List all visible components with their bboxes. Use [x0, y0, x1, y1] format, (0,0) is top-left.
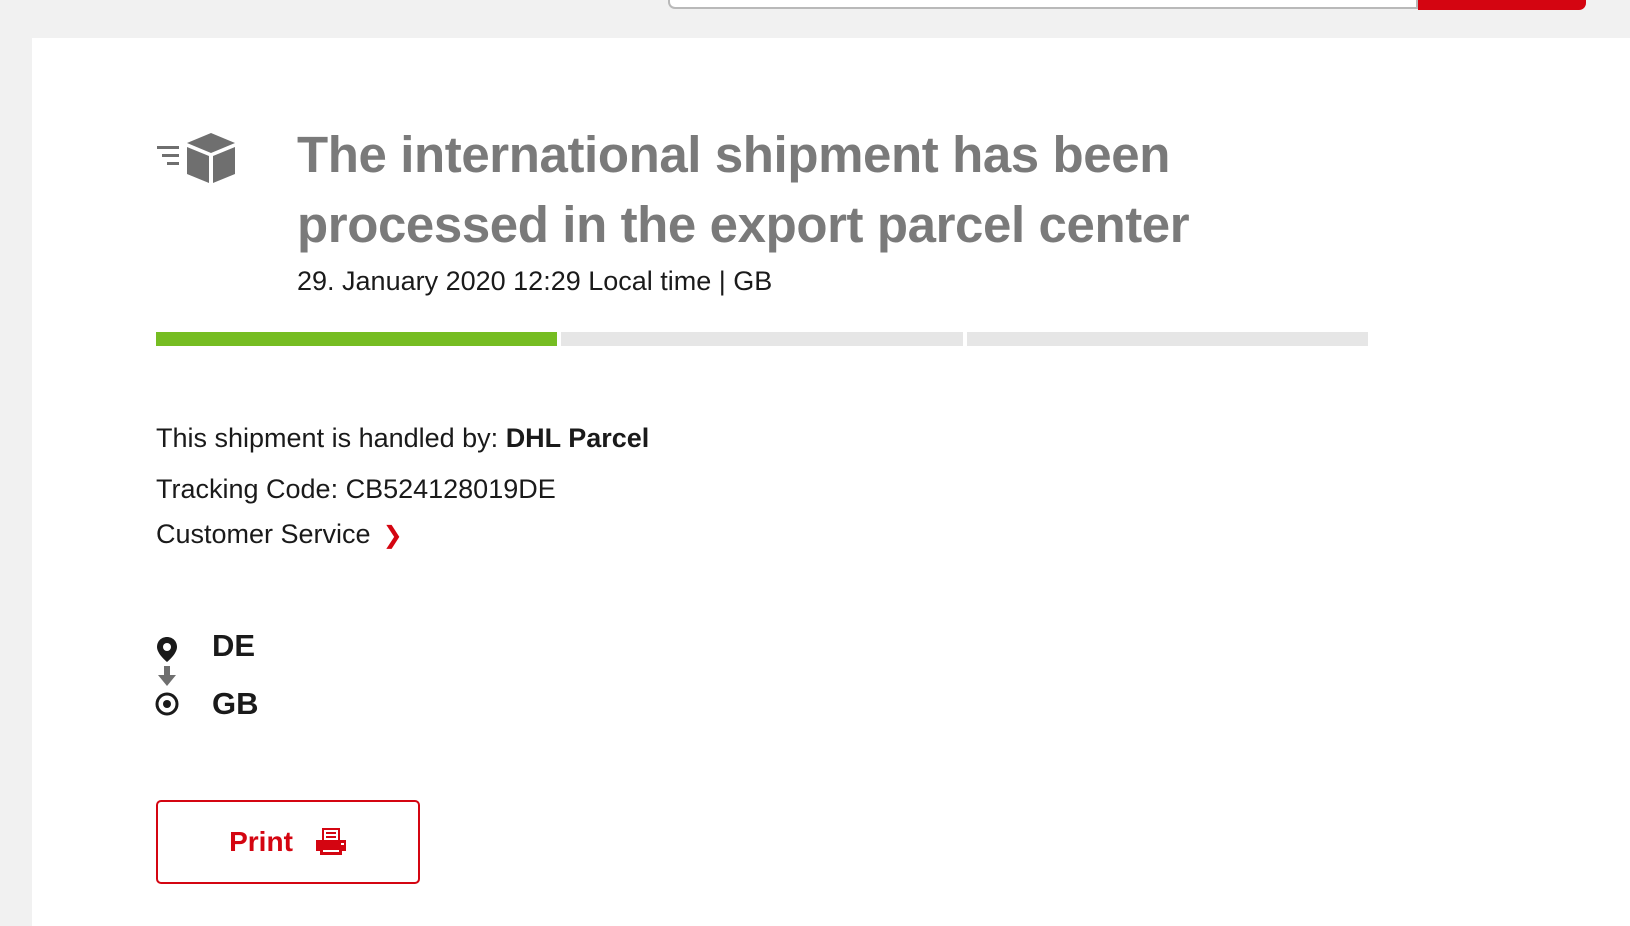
printer-icon — [315, 828, 346, 855]
status-headline: The international shipment has been proc… — [297, 126, 1190, 253]
print-button[interactable]: Print — [156, 800, 420, 884]
target-icon — [155, 692, 179, 716]
customer-service-label: Customer Service — [156, 519, 371, 549]
handled-by-label: This shipment is handled by: — [156, 423, 506, 453]
route-icons — [155, 637, 179, 716]
status-timestamp: 29. January 2020 12:29 Local time | GB — [297, 266, 773, 296]
arrow-down-icon — [158, 666, 176, 686]
customer-service-link[interactable]: Customer Service ❯ — [156, 519, 403, 550]
print-label: Print — [229, 826, 293, 857]
route-destination: GB — [212, 686, 259, 721]
tracking-code: Tracking Code: CB524128019DE — [156, 474, 556, 504]
parcel-box-icon — [157, 133, 235, 183]
progress-step-2 — [561, 332, 963, 346]
progress-bar — [156, 332, 1368, 346]
chevron-right-icon: ❯ — [382, 522, 403, 549]
location-pin-icon — [157, 637, 177, 662]
progress-step-3 — [966, 332, 1368, 346]
route-origin: DE — [212, 628, 256, 663]
progress-step-1 — [156, 332, 558, 346]
handled-by-value: DHL Parcel — [505, 423, 650, 453]
handled-by: This shipment is handled by: DHL Parcel — [156, 423, 649, 454]
search-input[interactable] — [668, 0, 1418, 9]
shipment-card: The international shipment has been proc… — [32, 38, 1630, 926]
search-button[interactable] — [1418, 0, 1586, 10]
